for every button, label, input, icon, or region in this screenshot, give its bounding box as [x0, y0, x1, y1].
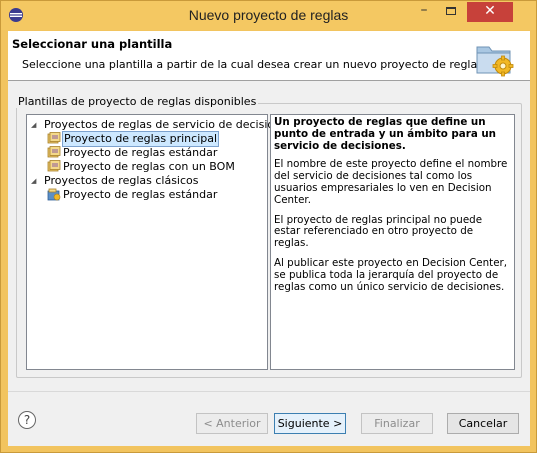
- classic-rule-project-icon: [47, 188, 61, 201]
- templates-group-label: Plantillas de proyecto de reglas disponi…: [16, 95, 259, 108]
- maximize-icon: [446, 7, 456, 15]
- rule-project-icon: [47, 146, 61, 158]
- page-title: Seleccionar una plantilla: [12, 37, 173, 51]
- maximize-button[interactable]: [438, 2, 464, 22]
- new-rule-project-wizard-icon: [476, 46, 514, 77]
- tree-category-label: Proyectos de reglas de servicio de decis…: [44, 118, 294, 131]
- close-button[interactable]: ✕: [467, 2, 513, 22]
- description-lead: Un proyecto de reglas que define un punt…: [274, 116, 497, 152]
- rule-project-icon: [47, 132, 61, 144]
- cancel-button[interactable]: Cancelar: [447, 413, 519, 434]
- minimize-button[interactable]: –: [411, 2, 437, 22]
- rule-project-icon: [47, 160, 61, 172]
- tree-item-label: Proyecto de reglas principal: [62, 131, 220, 147]
- dialog-window: Nuevo proyecto de reglas – ✕ Seleccionar…: [0, 0, 537, 453]
- template-description-panel: Un proyecto de reglas que define un punt…: [270, 114, 515, 370]
- finish-button[interactable]: Finalizar: [361, 413, 433, 434]
- tree-item-label: Proyecto de reglas estándar: [63, 146, 218, 159]
- template-tree[interactable]: ◢ Proyectos de reglas de servicio de dec…: [26, 114, 294, 370]
- help-icon[interactable]: ?: [18, 411, 36, 429]
- description-paragraph: El nombre de este proyecto define el nom…: [274, 158, 508, 206]
- expand-arrow-icon[interactable]: ◢: [31, 177, 39, 185]
- tree-item-label: Proyecto de reglas con un BOM: [63, 160, 235, 173]
- tree-category-label: Proyectos de reglas clásicos: [44, 174, 199, 187]
- title-bar[interactable]: Nuevo proyecto de reglas – ✕: [1, 1, 536, 30]
- description-paragraph: El proyecto de reglas principal no puede…: [274, 213, 483, 250]
- dialog-body: Seleccionar una plantilla Seleccione una…: [8, 31, 530, 446]
- wizard-header: Seleccionar una plantilla Seleccione una…: [8, 31, 530, 81]
- tree-item-label: Proyecto de reglas estándar: [63, 188, 218, 201]
- back-button[interactable]: < Anterior: [196, 413, 268, 434]
- next-button[interactable]: Siguiente >: [274, 413, 346, 434]
- page-description: Seleccione una plantilla a partir de la …: [22, 58, 487, 71]
- expand-arrow-icon[interactable]: ◢: [31, 121, 39, 129]
- footer-separator: [8, 391, 530, 392]
- description-paragraph: Al publicar este proyecto en Decision Ce…: [274, 256, 508, 293]
